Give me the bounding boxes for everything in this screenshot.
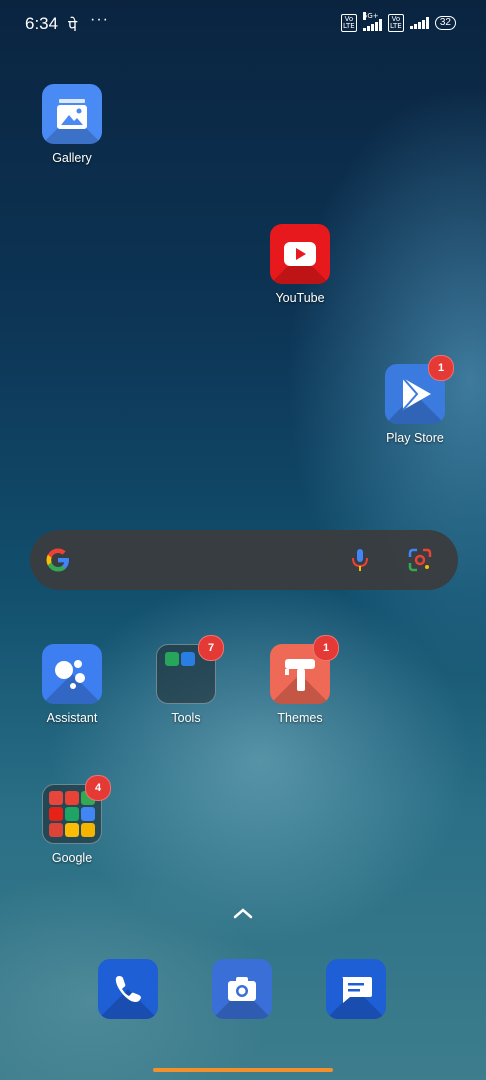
folder-tools[interactable]: 7 Tools: [136, 635, 236, 725]
themes-icon: [270, 644, 330, 704]
keep-icon: [65, 823, 79, 837]
app-themes[interactable]: 1 Themes: [250, 635, 350, 725]
app-label: Tools: [171, 711, 201, 725]
google-app-icon: [49, 791, 63, 805]
app-play-store[interactable]: 1 Play Store: [365, 355, 465, 445]
network-type-label: 5G+: [362, 12, 379, 20]
app-label: Themes: [277, 711, 323, 725]
cleaner-icon: [181, 652, 195, 666]
more-notifications-icon: ···: [90, 11, 109, 28]
photos-icon: [49, 823, 63, 837]
app-label: YouTube: [275, 291, 325, 305]
battery-icon: 32: [434, 16, 456, 30]
status-bar: 6:34 पे ··· Vo LTE 5G+ Vo LTE 32: [0, 0, 486, 46]
volte-icon-2: Vo LTE: [387, 14, 404, 32]
home-gesture-bar[interactable]: [153, 1068, 333, 1072]
app-label: Google: [51, 851, 93, 865]
status-notification-text: पे: [68, 18, 78, 35]
phone-app[interactable]: [98, 959, 158, 1019]
google-g-icon: [46, 548, 69, 572]
status-indicators: Vo LTE 5G+ Vo LTE 32: [340, 12, 456, 32]
signal-icon: 5G+: [362, 12, 382, 31]
files-icon: [81, 823, 95, 837]
notification-badge: 7: [198, 635, 224, 661]
google-search-bar[interactable]: [30, 530, 458, 590]
play-store-icon: [385, 364, 445, 424]
app-gallery[interactable]: Gallery: [22, 84, 122, 165]
gmail-icon: [65, 791, 79, 805]
app-label: Gallery: [52, 151, 92, 165]
assistant-icon: [42, 644, 102, 704]
youtube-icon: [270, 224, 330, 284]
chevron-up-icon[interactable]: [232, 906, 254, 920]
gallery-icon: [42, 84, 102, 144]
app-label: Assistant: [46, 711, 98, 725]
app-label: Play Store: [386, 431, 444, 445]
status-time: 6:34: [25, 14, 59, 33]
mic-icon[interactable]: [346, 546, 374, 574]
duo-icon: [65, 807, 79, 821]
app-youtube[interactable]: YouTube: [250, 224, 350, 305]
signal-icon-2: [409, 17, 429, 29]
camera-app[interactable]: [212, 959, 272, 1019]
folder-google[interactable]: 4 Google: [22, 775, 122, 865]
security-icon: [165, 652, 179, 666]
volte-icon: Vo LTE: [340, 14, 357, 32]
lens-icon[interactable]: [406, 546, 434, 574]
youtube-music-icon: [49, 807, 63, 821]
notification-badge: 4: [85, 775, 111, 801]
app-assistant[interactable]: Assistant: [22, 644, 122, 725]
camera-icon: [228, 977, 256, 1001]
phone-icon: [115, 976, 141, 1002]
drive-icon: [81, 807, 95, 821]
messages-icon: [342, 977, 372, 1003]
messages-app[interactable]: [326, 959, 386, 1019]
